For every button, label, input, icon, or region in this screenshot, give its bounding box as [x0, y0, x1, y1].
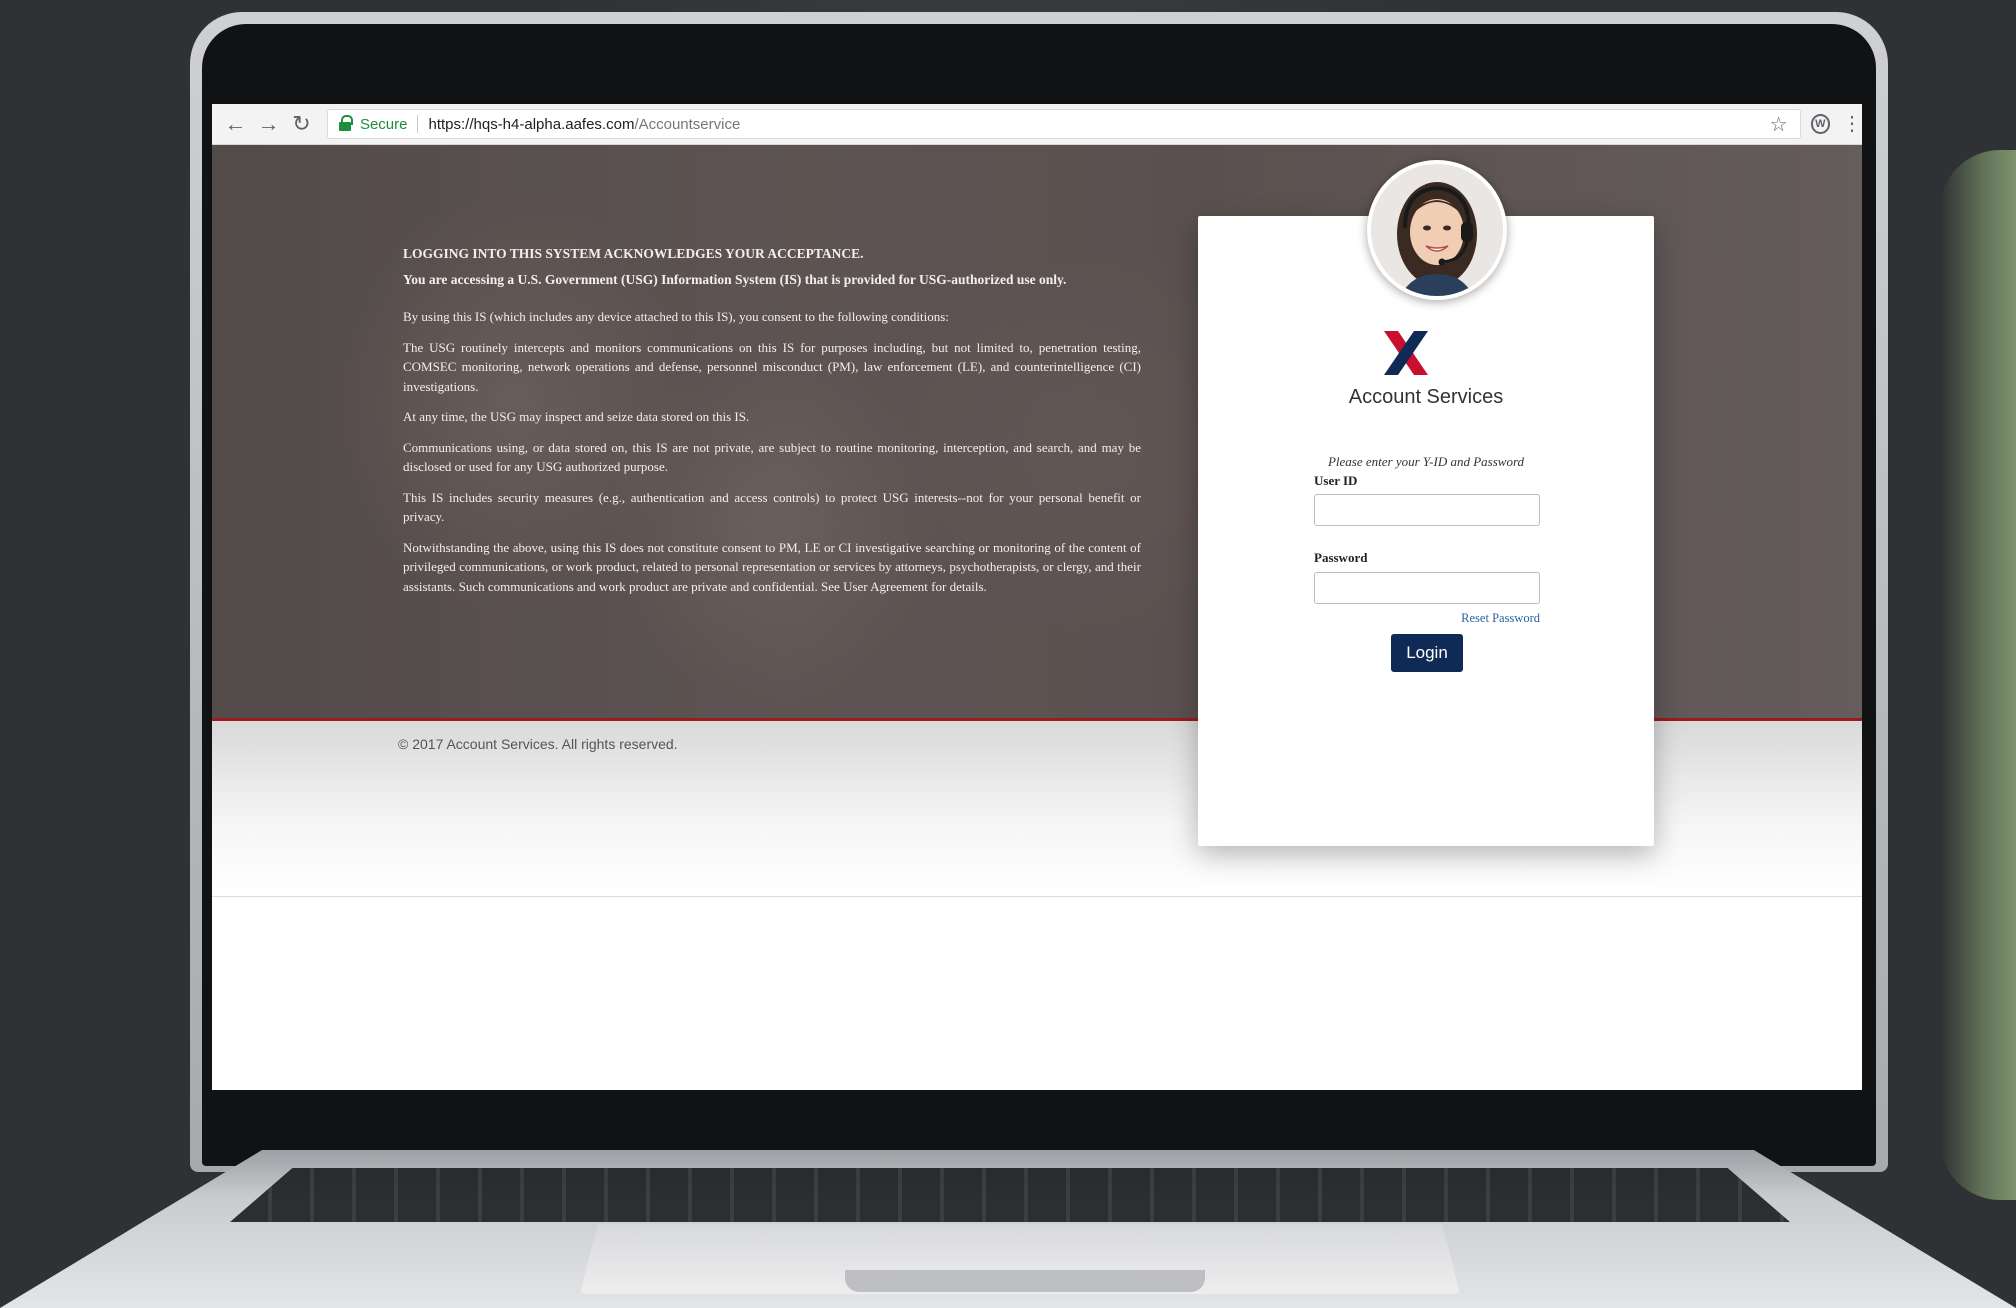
user-id-label: User ID — [1314, 473, 1358, 488]
password-input[interactable] — [1314, 572, 1540, 604]
legal-paragraph: Notwithstanding the above, using this IS… — [403, 539, 1141, 594]
legal-paragraph: The USG routinely intercepts and monitor… — [403, 339, 1141, 394]
legal-heading: LOGGING INTO THIS SYSTEM ACKNOWLEDGES YO… — [403, 246, 864, 261]
legal-notice: LOGGING INTO THIS SYSTEM ACKNOWLEDGES YO… — [403, 244, 1141, 607]
laptop-keyboard — [230, 1168, 1790, 1222]
lock-icon — [338, 115, 354, 133]
url-separator — [417, 115, 419, 133]
legal-paragraph: At any time, the USG may inspect and sei… — [403, 409, 750, 424]
url-path: /Accountservice — [634, 115, 741, 133]
address-bar[interactable]: Secure https://hqs-h4-alpha.aafes.com/Ac… — [326, 109, 1801, 139]
login-button[interactable]: Login — [1391, 634, 1463, 672]
exchange-x-logo-icon — [1384, 331, 1428, 375]
reload-icon[interactable]: ↻ — [286, 108, 317, 140]
legal-paragraph: This IS includes security measures (e.g.… — [403, 489, 1141, 525]
login-card: Account Services Please enter your Y-ID … — [1198, 216, 1654, 846]
headset-agent-icon — [1371, 164, 1503, 296]
legal-paragraph: By using this IS (which includes any dev… — [403, 309, 949, 324]
extension-icon[interactable]: W — [1810, 114, 1830, 134]
background-plant — [1940, 150, 2016, 1200]
legal-paragraph: Communications using, or data stored on,… — [403, 439, 1141, 475]
star-icon[interactable]: ☆ — [1770, 112, 1788, 137]
url-host: https://hqs-h4-alpha.aafes.com — [428, 115, 635, 133]
browser-toolbar: ← → ↻ Secure https://hqs-h4-alpha.aafes.… — [212, 104, 1862, 145]
legal-subheading: You are accessing a U.S. Government (USG… — [403, 271, 1067, 287]
laptop-screen: ← → ↻ Secure https://hqs-h4-alpha.aafes.… — [212, 104, 1862, 1090]
kebab-menu-icon[interactable]: ⋮ — [1842, 114, 1862, 134]
laptop-hinge-notch — [845, 1270, 1205, 1292]
footer-rule — [212, 896, 1862, 897]
back-arrow-icon[interactable]: ← — [220, 108, 251, 140]
reset-password-link[interactable]: Reset Password — [1461, 611, 1540, 626]
copyright-text: © 2017 Account Services. All rights rese… — [398, 736, 678, 752]
password-label: Password — [1314, 550, 1368, 565]
user-id-input[interactable] — [1314, 494, 1540, 526]
support-agent-avatar — [1367, 160, 1507, 300]
forward-arrow-icon[interactable]: → — [253, 108, 284, 140]
brand-title: Account Services — [1348, 386, 1504, 408]
login-instructions: Please enter your Y-ID and Password — [1327, 454, 1525, 469]
secure-label: Secure — [359, 115, 408, 133]
